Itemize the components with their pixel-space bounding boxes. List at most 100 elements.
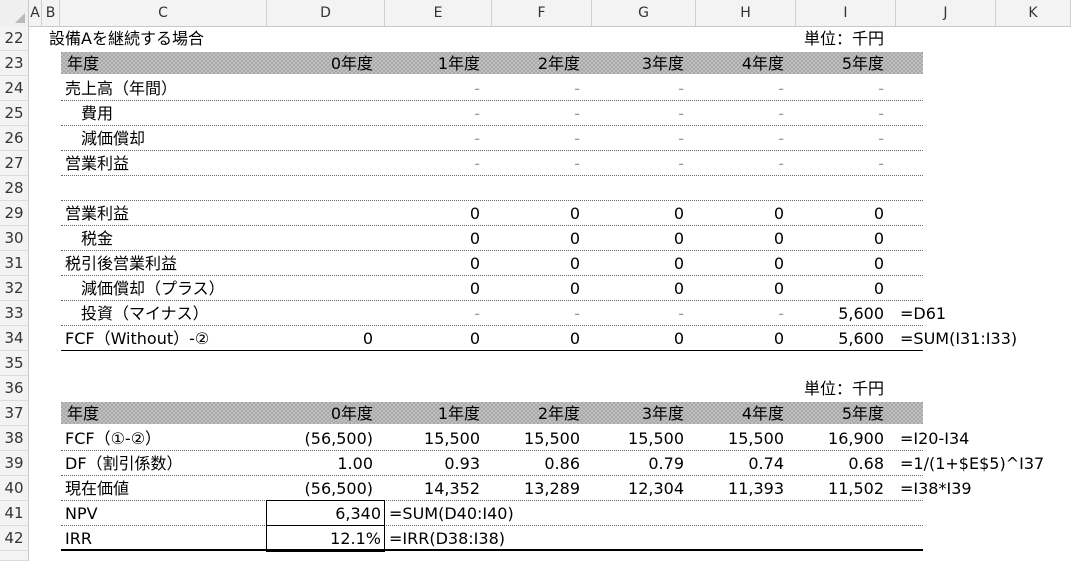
table-cell[interactable]: 0.86: [492, 451, 592, 476]
table-cell[interactable]: -: [796, 151, 896, 176]
row-label[interactable]: 投資（マイナス）: [61, 301, 268, 326]
row-label[interactable]: 税引後営業利益: [61, 251, 268, 276]
table-cell[interactable]: -: [696, 151, 796, 176]
row-number[interactable]: 35: [0, 351, 29, 376]
header-year-1[interactable]: 1年度: [385, 51, 492, 76]
table-cell[interactable]: -: [592, 76, 696, 101]
table-cell[interactable]: 0: [796, 276, 896, 301]
header-label[interactable]: 年度: [61, 51, 268, 76]
row-number[interactable]: 38: [0, 426, 29, 451]
table-cell[interactable]: 11,393: [696, 476, 796, 501]
table-cell[interactable]: -: [592, 126, 696, 151]
row-label[interactable]: 費用: [61, 101, 268, 126]
formula-note[interactable]: =D61: [896, 301, 1066, 326]
table-cell[interactable]: 0: [492, 326, 592, 351]
table-cell[interactable]: -: [385, 301, 492, 326]
table-cell[interactable]: -: [796, 126, 896, 151]
header-year-3[interactable]: 3年度: [592, 51, 696, 76]
column-header-f[interactable]: F: [492, 0, 592, 26]
row-number[interactable]: 23: [0, 51, 29, 76]
table-cell[interactable]: -: [492, 151, 592, 176]
table-cell[interactable]: 11,502: [796, 476, 896, 501]
row-label[interactable]: 現在価値: [61, 476, 268, 501]
irr-label[interactable]: IRR: [61, 526, 268, 551]
row-number[interactable]: 28: [0, 176, 29, 201]
table-cell[interactable]: 12,304: [592, 476, 696, 501]
formula-note[interactable]: =I38*I39: [896, 476, 1066, 501]
table-cell[interactable]: 15,500: [696, 426, 796, 451]
unit-label[interactable]: 単位：千円: [696, 376, 896, 401]
formula-note[interactable]: =IRR(D38:I38): [385, 526, 605, 551]
row-label[interactable]: 減価償却（プラス）: [61, 276, 268, 301]
table-cell[interactable]: 0: [492, 201, 592, 226]
table-cell[interactable]: -: [592, 301, 696, 326]
row-number[interactable]: 32: [0, 276, 29, 301]
table-cell[interactable]: -: [385, 76, 492, 101]
table-cell[interactable]: -: [385, 126, 492, 151]
row-number[interactable]: 42: [0, 526, 29, 551]
column-header-j[interactable]: J: [896, 0, 996, 26]
column-header-g[interactable]: G: [592, 0, 696, 26]
table-cell[interactable]: -: [696, 76, 796, 101]
row-number[interactable]: 31: [0, 251, 29, 276]
row-label[interactable]: 売上高（年間）: [61, 76, 268, 101]
table-cell[interactable]: 0: [267, 326, 385, 351]
row-number[interactable]: 29: [0, 201, 29, 226]
row-number[interactable]: 33: [0, 301, 29, 326]
table-cell[interactable]: 0: [592, 226, 696, 251]
table-cell[interactable]: 0: [385, 326, 492, 351]
row-number[interactable]: 22: [0, 26, 29, 51]
row-number[interactable]: 37: [0, 401, 29, 426]
header-label[interactable]: 年度: [61, 401, 268, 426]
table-cell[interactable]: -: [492, 76, 592, 101]
header-year-5[interactable]: 5年度: [796, 401, 896, 426]
table-cell[interactable]: 0: [696, 201, 796, 226]
table-cell[interactable]: -: [796, 101, 896, 126]
table-cell[interactable]: -: [385, 101, 492, 126]
table-cell[interactable]: 0.79: [592, 451, 696, 476]
row-label[interactable]: 営業利益: [61, 151, 268, 176]
column-header-k[interactable]: K: [996, 0, 1071, 26]
table-cell[interactable]: 0: [696, 326, 796, 351]
table-cell[interactable]: 14,352: [385, 476, 492, 501]
row-number[interactable]: [0, 551, 29, 561]
row-label[interactable]: 減価償却: [61, 126, 268, 151]
table-cell[interactable]: 0.68: [796, 451, 896, 476]
formula-note[interactable]: =I20-I34: [896, 426, 1066, 451]
header-year-2[interactable]: 2年度: [492, 51, 592, 76]
table-cell[interactable]: -: [696, 101, 796, 126]
table-cell[interactable]: -: [696, 301, 796, 326]
table-cell[interactable]: -: [385, 151, 492, 176]
formula-note[interactable]: =SUM(I31:I33): [896, 326, 1071, 351]
header-year-3[interactable]: 3年度: [592, 401, 696, 426]
column-header-e[interactable]: E: [385, 0, 492, 26]
table-cell[interactable]: 13,289: [492, 476, 592, 501]
select-all-corner[interactable]: [0, 0, 29, 26]
column-header-a[interactable]: A: [29, 0, 42, 26]
header-year-1[interactable]: 1年度: [385, 401, 492, 426]
header-year-2[interactable]: 2年度: [492, 401, 592, 426]
row-label[interactable]: FCF（①-②）: [61, 426, 268, 451]
table-cell[interactable]: -: [492, 301, 592, 326]
table-cell[interactable]: 0: [796, 226, 896, 251]
table-cell[interactable]: 15,500: [492, 426, 592, 451]
table-cell[interactable]: 0.93: [385, 451, 492, 476]
row-label[interactable]: 税金: [61, 226, 268, 251]
table-cell[interactable]: 15,500: [385, 426, 492, 451]
formula-note[interactable]: =SUM(D40:I40): [385, 501, 605, 526]
table-cell[interactable]: 1.00: [267, 451, 385, 476]
table-cell[interactable]: -: [796, 76, 896, 101]
npv-label[interactable]: NPV: [61, 501, 268, 526]
table-cell[interactable]: -: [492, 126, 592, 151]
table-cell[interactable]: 5,600: [796, 326, 896, 351]
column-header-c[interactable]: C: [60, 0, 267, 26]
table-cell[interactable]: 5,600: [796, 301, 896, 326]
table-cell[interactable]: (56,500): [267, 476, 385, 501]
table-cell[interactable]: 0: [696, 226, 796, 251]
table-cell[interactable]: 0: [492, 276, 592, 301]
table-cell[interactable]: 0: [492, 251, 592, 276]
table-cell[interactable]: 0: [592, 201, 696, 226]
row-number[interactable]: 26: [0, 126, 29, 151]
header-year-4[interactable]: 4年度: [696, 401, 796, 426]
header-year-5[interactable]: 5年度: [796, 51, 896, 76]
